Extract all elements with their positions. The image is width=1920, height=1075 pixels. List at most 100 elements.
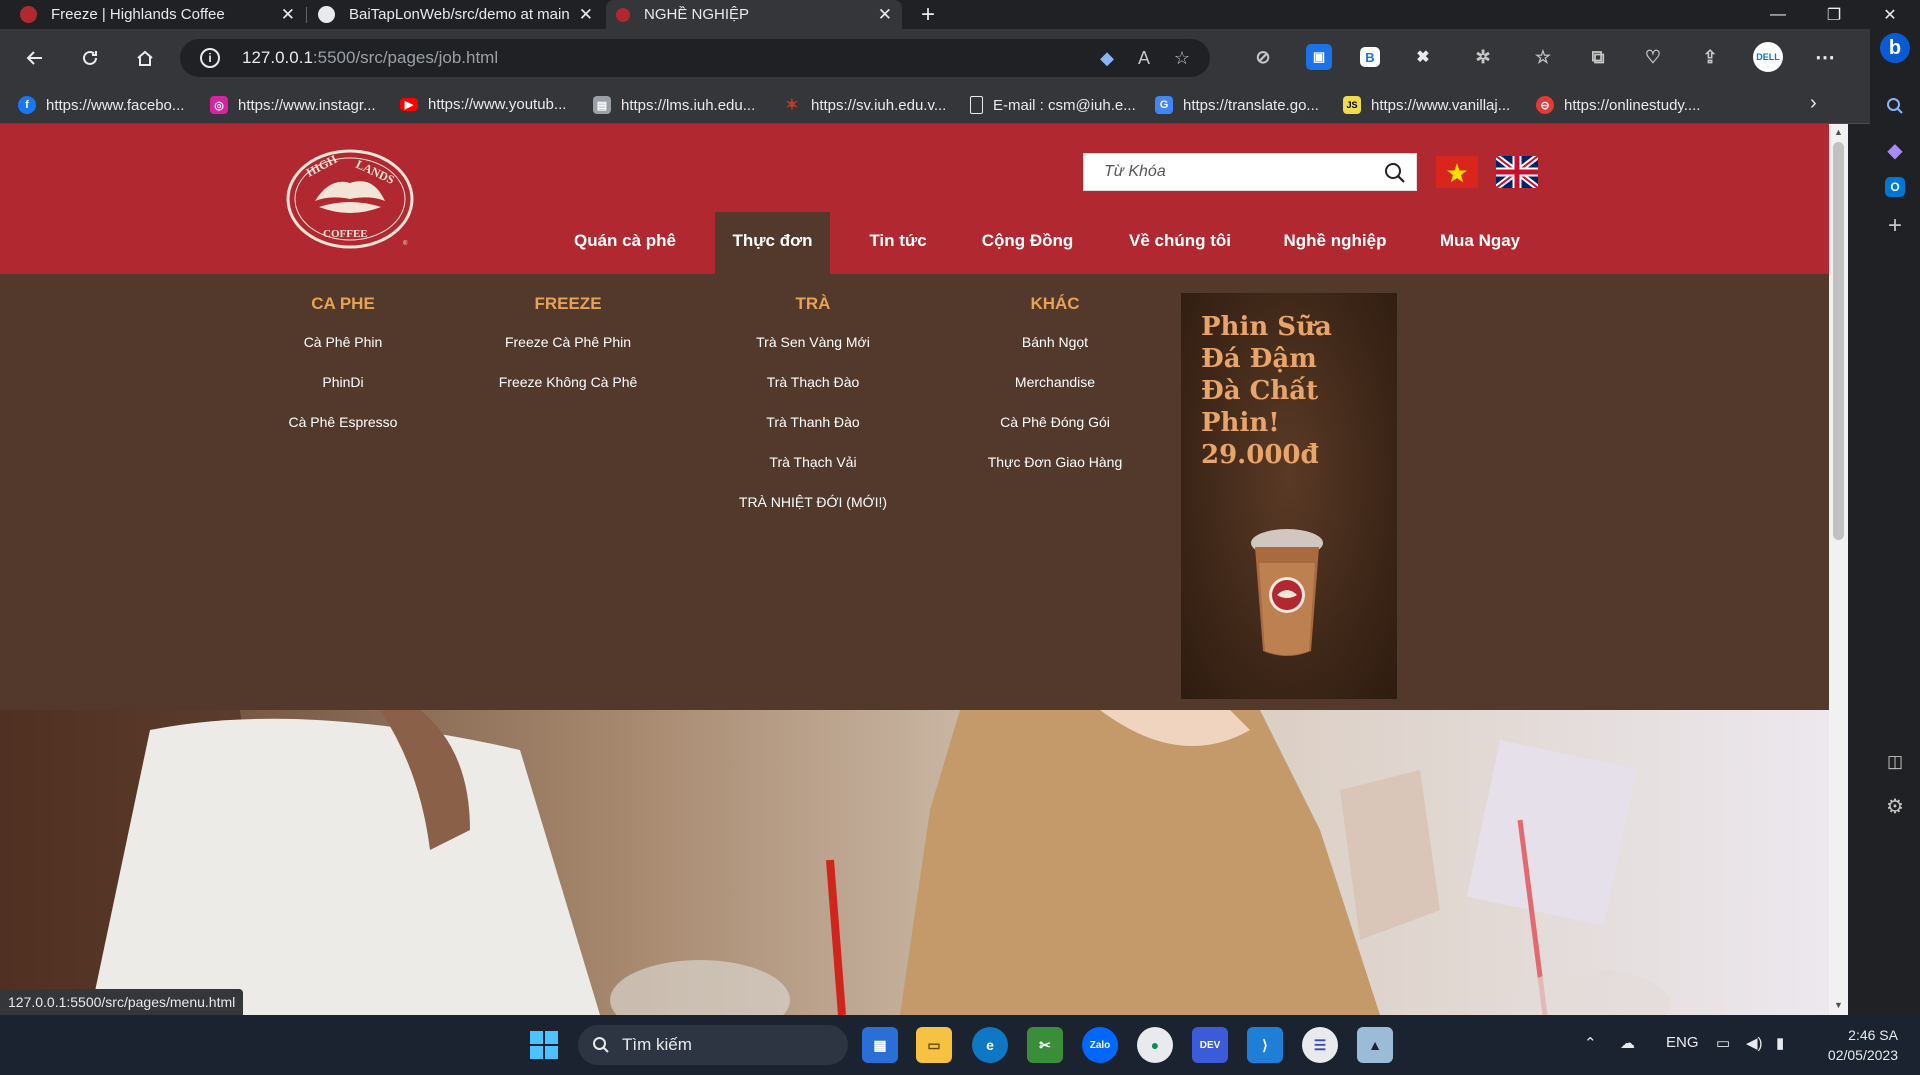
maximize-button[interactable]: ❐ [1806,0,1862,29]
menu-heading[interactable]: FREEZE [448,294,688,314]
favorites-icon[interactable]: ☆ [1530,44,1556,70]
menu-heading[interactable]: TRÀ [693,294,933,314]
scroll-down-arrow-icon[interactable]: ▼ [1833,1000,1844,1010]
nav-quan-ca-phe[interactable]: Quán cà phê [560,212,690,274]
menu-item[interactable]: Trà Sen Vàng Mới [693,333,933,373]
menu-item[interactable]: Trà Thạch Vải [693,453,933,493]
dev-cpp-icon[interactable]: DEV [1192,1027,1228,1063]
nav-mua-ngay[interactable]: Mua Ngay [1425,212,1535,274]
eclipse-icon[interactable]: ☰ [1302,1027,1338,1063]
extension-badge-icon[interactable]: ▣ [1306,44,1332,70]
nav-nghe-nghiep[interactable]: Nghề nghiệp [1275,212,1395,274]
tab-freeze[interactable]: Freeze | Highlands Coffee ✕ [10,0,305,29]
network-icon[interactable]: ▭ [1716,1034,1730,1052]
extension-compass-icon[interactable]: ⊘ [1250,44,1276,70]
volume-icon[interactable]: ◀) [1746,1034,1763,1052]
url-text[interactable]: 127.0.0.1:5500/src/pages/job.html [242,48,498,68]
close-tab-icon[interactable]: ✕ [579,5,593,25]
bookmark-instagram[interactable]: ◎ https://www.instagr... [210,96,376,114]
image-viewer-icon[interactable]: ▲ [1357,1027,1393,1063]
back-arrow-icon[interactable] [20,43,50,73]
address-bar[interactable]: i 127.0.0.1:5500/src/pages/job.html ◆ A … [180,39,1210,77]
windows-start-icon[interactable] [526,1027,562,1063]
read-aloud-icon[interactable]: A [1132,47,1156,69]
bing-copilot-icon[interactable]: b [1880,33,1910,63]
share-icon[interactable]: ⇪ [1697,44,1723,70]
taskbar-search[interactable]: Tìm kiếm [578,1025,848,1065]
menu-heading[interactable]: KHÁC [935,294,1175,314]
menu-item[interactable]: Freeze Không Cà Phê [448,373,688,413]
vscode-icon[interactable]: ⟩ [1247,1027,1283,1063]
minimize-button[interactable]: — [1750,0,1806,29]
menu-heading[interactable]: CA PHE [223,294,463,314]
menu-item[interactable]: Trà Thanh Đào [693,413,933,453]
refresh-icon[interactable] [75,43,105,73]
price-tag-icon[interactable]: ◆ [1095,47,1119,69]
bookmark-sv-iuh[interactable]: ✶ https://sv.iuh.edu.v... [783,96,946,115]
close-window-button[interactable]: ✕ [1862,0,1918,29]
bookmark-youtube[interactable]: ▶ https://www.youtub... [400,96,566,113]
close-tab-icon[interactable]: ✕ [878,5,892,25]
nav-thuc-don[interactable]: Thực đơn [715,212,830,274]
menu-item[interactable]: Cà Phê Espresso [223,413,463,453]
promo-banner[interactable]: Phin Sữa Đá Đậm Đà Chất Phin! 29.000đ [1181,293,1397,699]
settings-gear-icon[interactable]: ⚙ [1880,791,1910,821]
collections-icon[interactable]: ⧉ [1585,44,1611,70]
bookmark-email[interactable]: E-mail : csm@iuh.e... [970,96,1136,114]
menu-item[interactable]: Cà Phê Phin [223,333,463,373]
profile-avatar[interactable]: DELL [1753,42,1783,72]
scroll-up-arrow-icon[interactable]: ▲ [1833,127,1844,137]
onedrive-cloud-icon[interactable]: ☁ [1620,1034,1635,1052]
bookmark-vanillajs[interactable]: JS https://www.vanillaj... [1343,96,1510,114]
search-icon[interactable] [1880,91,1910,121]
scrollbar-thumb[interactable] [1833,142,1844,540]
bookmark-lms[interactable]: ▤ https://lms.iuh.edu... [593,96,755,114]
file-explorer-icon[interactable]: ▭ [916,1027,952,1063]
menu-item[interactable]: Thực Đơn Giao Hàng [935,453,1175,493]
home-icon[interactable] [130,43,160,73]
menu-item[interactable]: Merchandise [935,373,1175,413]
page-scrollbar[interactable]: ▲ ▼ [1829,124,1848,1015]
new-tab-button[interactable]: + [900,0,956,29]
bookmark-facebook[interactable]: f https://www.facebo... [18,96,184,114]
menu-item[interactable]: Bánh Ngọt [935,333,1175,373]
system-clock[interactable]: 2:46 SA 02/05/2023 [1818,1025,1898,1065]
snipping-tool-icon[interactable]: ✂ [1027,1027,1063,1063]
close-tab-icon[interactable]: ✕ [281,5,295,25]
mongodb-compass-icon[interactable]: ● [1137,1027,1173,1063]
menu-item[interactable]: Freeze Cà Phê Phin [448,333,688,373]
battery-icon[interactable]: ▮ [1776,1034,1784,1052]
search-icon[interactable] [1384,162,1406,184]
browser-essentials-icon[interactable]: ♡ [1640,44,1666,70]
outlook-icon[interactable]: O [1885,177,1905,197]
extension-shield-icon[interactable]: ✖ [1410,44,1436,70]
menu-item[interactable]: PhinDi [223,373,463,413]
site-info-icon[interactable]: i [200,48,220,68]
bookmarks-overflow-chevron-icon[interactable]: › [1810,92,1817,115]
nav-cong-dong[interactable]: Cộng Đồng [970,212,1085,274]
edge-browser-icon[interactable]: e [972,1027,1008,1063]
extension-b-icon[interactable]: B [1360,47,1380,67]
extensions-puzzle-icon[interactable]: ✲ [1470,44,1496,70]
menu-item[interactable]: Cà Phê Đóng Gói [935,413,1175,453]
tab-github[interactable]: BaiTapLonWeb/src/demo at main ✕ [308,0,603,29]
zalo-icon[interactable]: Zalo [1082,1027,1118,1063]
bookmark-onlinestudy[interactable]: ⊖ https://onlinestudy.... [1536,96,1700,114]
menu-item[interactable]: Trà Thạch Đào [693,373,933,413]
microsoft-store-icon[interactable]: ▦ [862,1027,898,1063]
nav-ve-chung-toi[interactable]: Về chúng tôi [1115,212,1245,274]
language-indicator[interactable]: ENG [1666,1034,1699,1051]
tray-chevron-up-icon[interactable]: ⌃ [1584,1034,1597,1052]
add-favorite-icon[interactable]: ☆ [1170,47,1194,69]
more-menu-icon[interactable]: ⋯ [1812,44,1838,70]
nav-tin-tuc[interactable]: Tin tức [858,212,938,274]
uk-flag-icon[interactable] [1496,156,1538,188]
search-input[interactable] [1084,154,1374,190]
menu-item[interactable]: TRÀ NHIỆT ĐỚI (MỚI!) [693,493,933,533]
hide-sidebar-icon[interactable]: ◫ [1880,747,1910,777]
add-sidebar-app-icon[interactable]: + [1880,211,1910,241]
tools-icon[interactable]: ◆ [1880,135,1910,165]
bookmark-translate[interactable]: Ghttps://translate.go... [1155,96,1319,114]
vietnam-flag-icon[interactable] [1436,156,1478,188]
tab-nghe-nghiep[interactable]: NGHỀ NGHIỆP ✕ [606,0,902,29]
